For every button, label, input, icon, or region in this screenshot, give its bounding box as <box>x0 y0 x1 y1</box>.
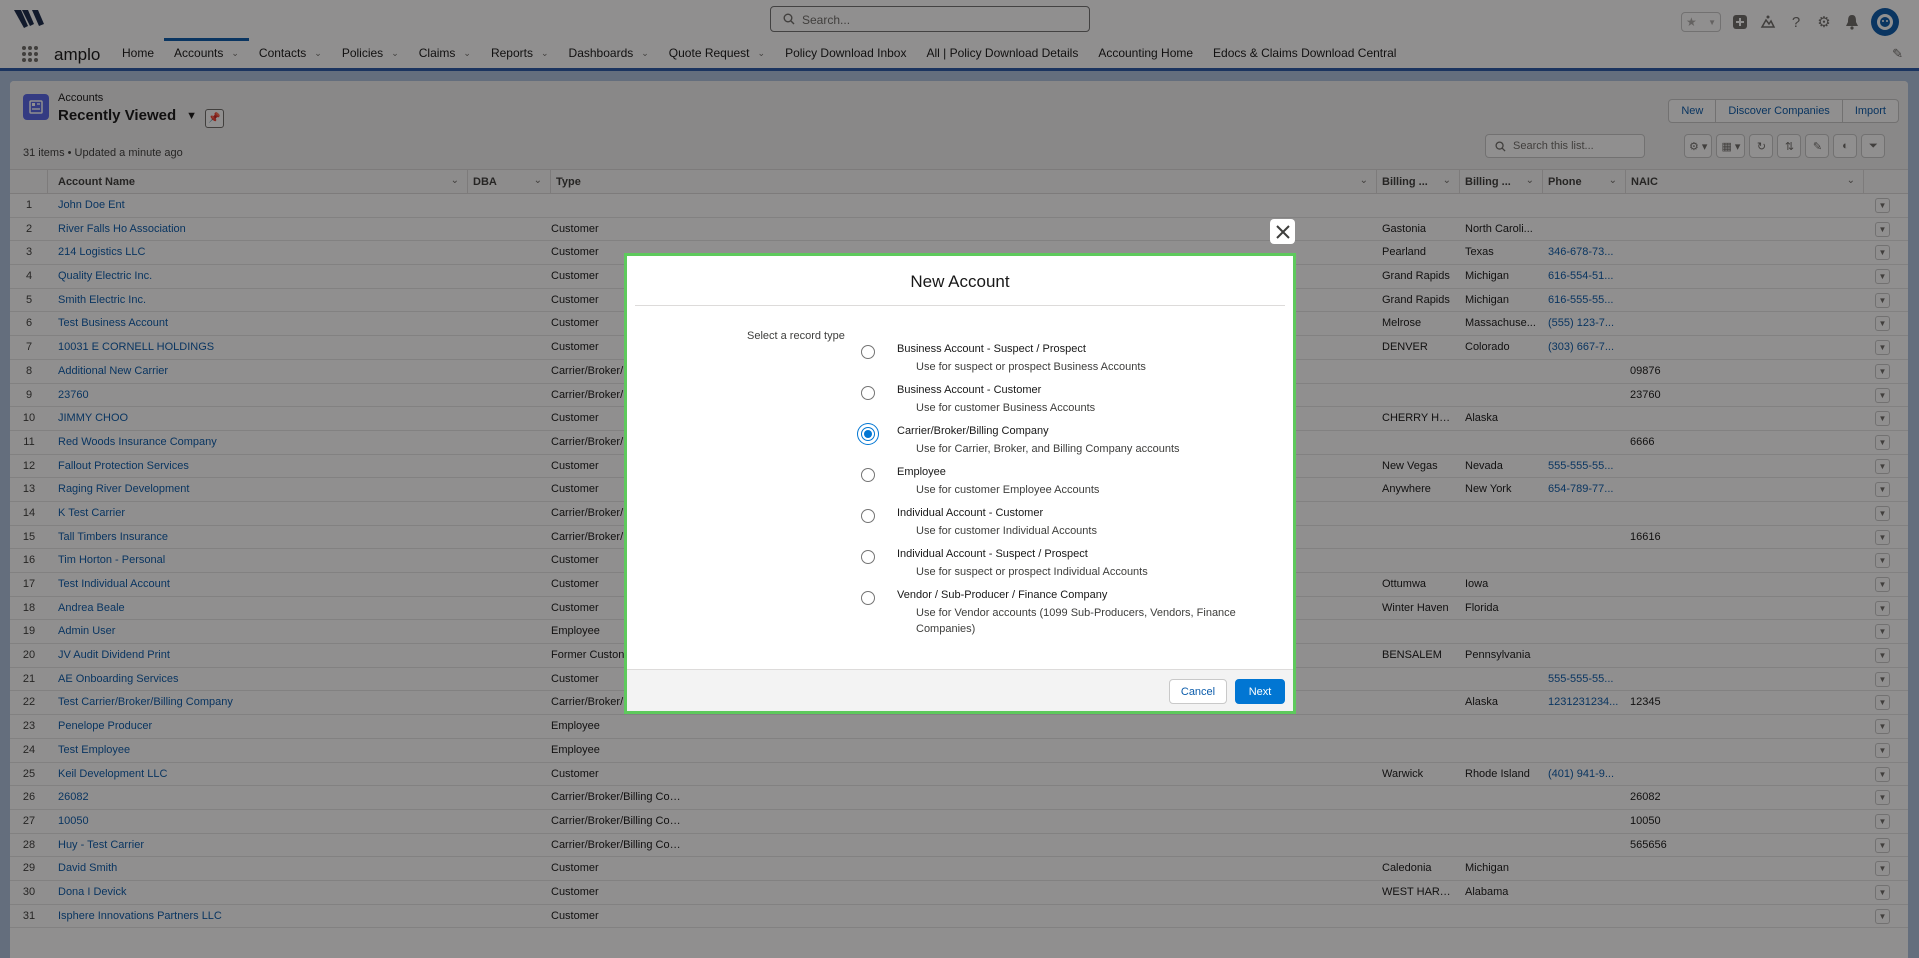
record-type-description: Use for customer Employee Accounts <box>916 484 1100 496</box>
record-type-title: Employee <box>897 466 946 478</box>
record-type-title: Carrier/Broker/Billing Company <box>897 425 1049 437</box>
record-type-description: Use for customer Business Accounts <box>916 402 1096 414</box>
radio-button[interactable] <box>861 427 875 441</box>
radio-button[interactable] <box>861 591 875 605</box>
radio-button[interactable] <box>861 386 875 400</box>
radio-button[interactable] <box>861 468 875 482</box>
radio-button[interactable] <box>861 345 875 359</box>
modal-footer: Cancel Next <box>627 669 1293 711</box>
record-type-description: Use for suspect or prospect Business Acc… <box>916 361 1146 373</box>
record-type-label: Select a record type <box>747 330 845 342</box>
next-button[interactable]: Next <box>1235 679 1285 704</box>
record-type-description: Use for Carrier, Broker, and Billing Com… <box>916 443 1180 455</box>
modal-divider <box>635 305 1285 306</box>
radio-button[interactable] <box>861 550 875 564</box>
record-type-title: Individual Account - Suspect / Prospect <box>897 548 1088 560</box>
new-account-modal: New Account Select a record type Busines… <box>624 253 1296 714</box>
modal-title: New Account <box>910 272 1010 291</box>
cancel-button[interactable]: Cancel <box>1169 679 1227 704</box>
radio-button[interactable] <box>861 509 875 523</box>
record-type-title: Business Account - Customer <box>897 384 1042 396</box>
close-modal-button[interactable] <box>1270 219 1295 244</box>
record-type-description: Use for customer Individual Accounts <box>916 525 1097 537</box>
record-type-title: Individual Account - Customer <box>897 507 1044 519</box>
record-type-title: Business Account - Suspect / Prospect <box>897 343 1086 355</box>
record-type-title: Vendor / Sub-Producer / Finance Company <box>897 589 1108 601</box>
record-type-description: Use for suspect or prospect Individual A… <box>916 566 1148 578</box>
close-icon <box>1275 224 1290 239</box>
record-type-description: Use for Vendor accounts (1099 Sub-Produc… <box>916 607 1236 635</box>
